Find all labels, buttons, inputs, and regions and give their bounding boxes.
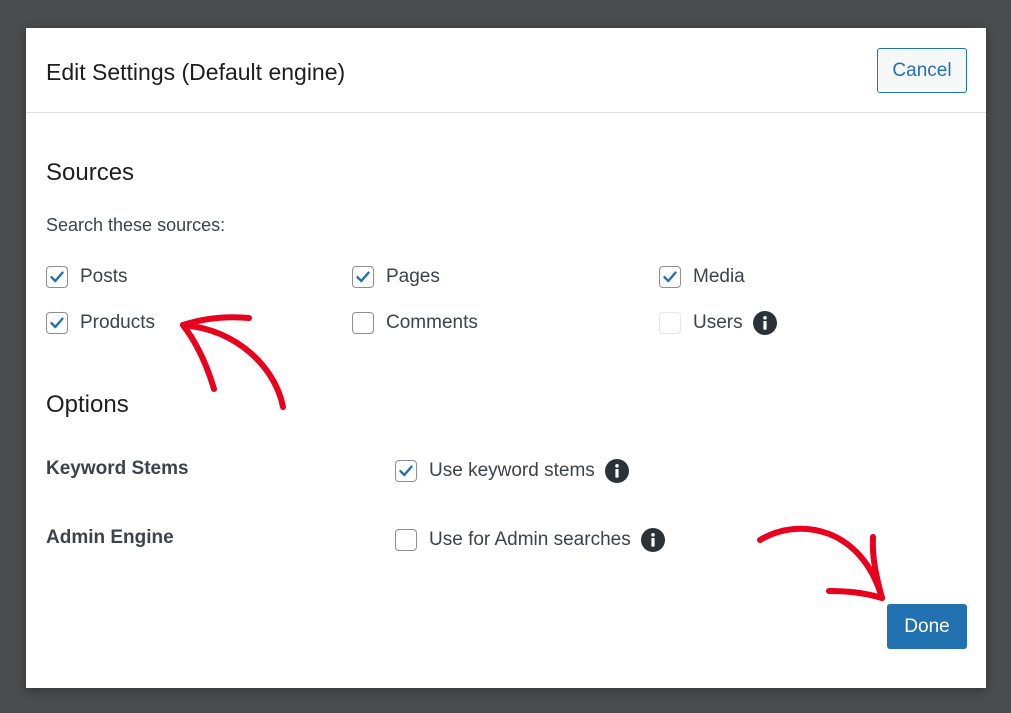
comments-checkbox[interactable] (352, 312, 374, 334)
users-checkbox (659, 312, 681, 334)
info-icon[interactable] (752, 311, 777, 335)
keyword-stems-option[interactable]: Use keyword stems (395, 458, 629, 484)
sources-description: Search these sources: (46, 215, 226, 235)
admin-searches-checkbox-label: Use for Admin searches (429, 529, 631, 550)
options-heading: Options (46, 391, 129, 418)
admin-engine-option[interactable]: Use for Admin searches (395, 527, 665, 553)
comments-label: Comments (386, 312, 478, 333)
info-icon[interactable] (640, 528, 665, 552)
source-users: Users (659, 310, 777, 336)
checkmark-icon (50, 317, 64, 329)
sources-heading: Sources (46, 159, 135, 186)
pages-checkbox[interactable] (352, 266, 374, 288)
admin-searches-checkbox[interactable] (395, 529, 417, 551)
info-icon[interactable] (604, 459, 629, 483)
checkmark-icon (663, 271, 677, 283)
pages-label: Pages (386, 266, 440, 287)
modal-header: Edit Settings (Default engine) Cancel (26, 28, 986, 113)
edit-settings-modal: Edit Settings (Default engine) Cancel So… (26, 28, 986, 688)
source-products[interactable]: Products (46, 310, 155, 336)
admin-engine-label: Admin Engine (46, 527, 174, 548)
media-checkbox[interactable] (659, 266, 681, 288)
posts-checkbox[interactable] (46, 266, 68, 288)
source-pages[interactable]: Pages (352, 264, 440, 290)
keyword-stems-checkbox-label: Use keyword stems (429, 460, 595, 481)
source-media[interactable]: Media (659, 264, 745, 290)
keyword-stems-checkbox[interactable] (395, 460, 417, 482)
media-label: Media (693, 266, 745, 287)
products-label: Products (80, 312, 155, 333)
source-posts[interactable]: Posts (46, 264, 128, 290)
keyword-stems-label: Keyword Stems (46, 458, 189, 479)
modal-title: Edit Settings (Default engine) (46, 59, 346, 85)
checkmark-icon (356, 271, 370, 283)
products-checkbox[interactable] (46, 312, 68, 334)
cancel-button[interactable]: Cancel (877, 48, 967, 93)
users-label: Users (693, 312, 743, 333)
source-comments[interactable]: Comments (352, 310, 478, 336)
checkmark-icon (399, 465, 413, 477)
done-button[interactable]: Done (887, 604, 967, 649)
checkmark-icon (50, 271, 64, 283)
posts-label: Posts (80, 266, 128, 287)
